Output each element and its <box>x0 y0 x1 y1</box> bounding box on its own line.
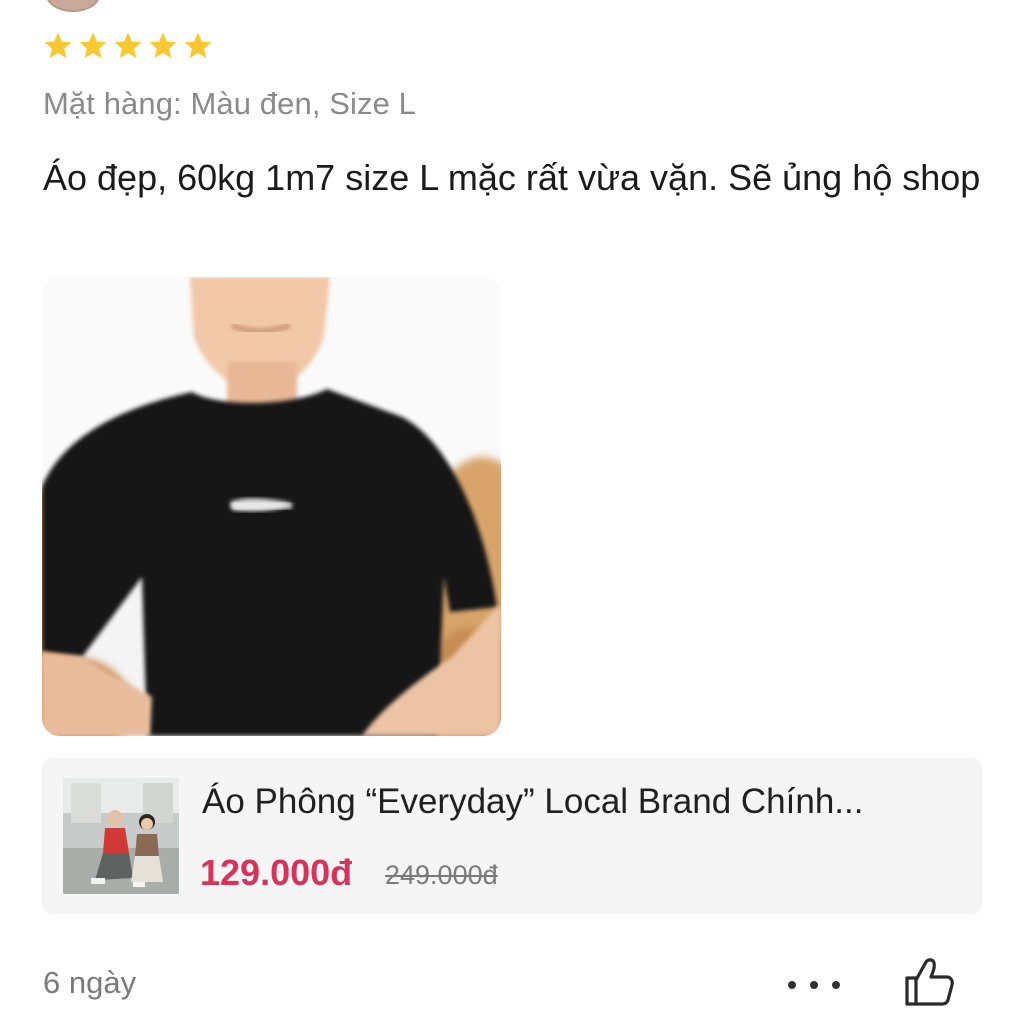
more-dot <box>832 981 840 989</box>
black-tshirt-photo-icon <box>42 277 501 736</box>
rating-stars <box>42 30 214 62</box>
product-original-price: 249.000đ <box>385 860 498 890</box>
review-text: Áo đẹp, 60kg 1m7 size L mặc rất vừa vặn.… <box>43 157 981 198</box>
thumbs-up-icon <box>905 958 954 1006</box>
more-horizontal-icon <box>788 981 796 989</box>
linked-product-card[interactable]: Áo Phông “Everyday” Local Brand Chính...… <box>42 758 982 914</box>
more-options-button[interactable] <box>788 968 840 1002</box>
star-icon <box>114 32 142 58</box>
more-dot <box>810 981 818 989</box>
product-price: 129.000đ <box>200 852 353 893</box>
variant-info: Mặt hàng: Màu đen, Size L <box>43 86 417 121</box>
reviewer-avatar[interactable] <box>46 0 100 12</box>
review-time: 6 ngày <box>43 965 137 1000</box>
star-icon <box>79 32 107 58</box>
star-icon <box>184 32 212 58</box>
product-image-icon <box>63 778 179 894</box>
star-icon <box>149 32 177 58</box>
review-photo[interactable] <box>42 277 501 736</box>
like-button[interactable] <box>902 956 956 1008</box>
product-title: Áo Phông “Everyday” Local Brand Chính... <box>202 782 864 821</box>
review-item: Mặt hàng: Màu đen, Size L Áo đẹp, 60kg 1… <box>0 0 1024 1024</box>
star-icon <box>44 32 72 58</box>
product-thumbnail <box>63 778 179 894</box>
